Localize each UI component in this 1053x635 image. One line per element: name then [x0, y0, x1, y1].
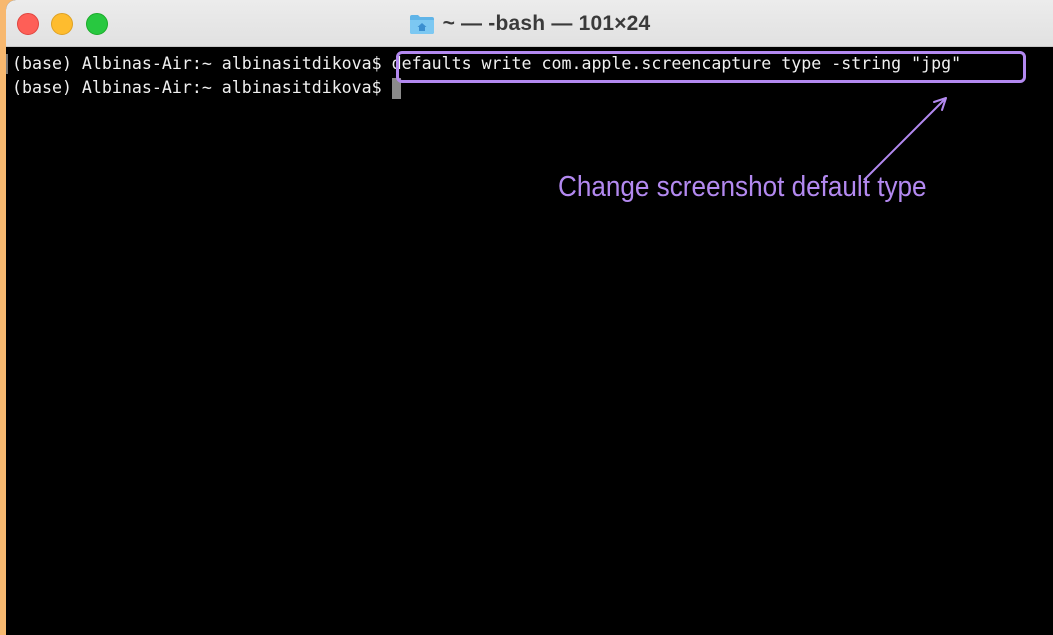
- terminal-line: (base) Albinas-Air:~ albinasitdikova$: [12, 77, 401, 99]
- scroll-marker: [6, 54, 8, 74]
- home-folder-icon: [409, 13, 435, 35]
- prompt-text: (base) Albinas-Air:~ albinasitdikova$: [12, 54, 392, 73]
- command-highlight-box: [396, 51, 1026, 83]
- title-bar[interactable]: ~ — -bash — 101×24: [6, 0, 1053, 47]
- window-title: ~ — -bash — 101×24: [442, 11, 651, 35]
- terminal-content[interactable]: (base) Albinas-Air:~ albinasitdikova$ de…: [6, 48, 1053, 635]
- prompt-text: (base) Albinas-Air:~ albinasitdikova$: [12, 78, 392, 97]
- title-container: ~ — -bash — 101×24: [6, 0, 1053, 47]
- annotation-label: Change screenshot default type: [558, 171, 927, 203]
- terminal-window: ~ — -bash — 101×24 (base) Albinas-Air:~ …: [6, 0, 1053, 635]
